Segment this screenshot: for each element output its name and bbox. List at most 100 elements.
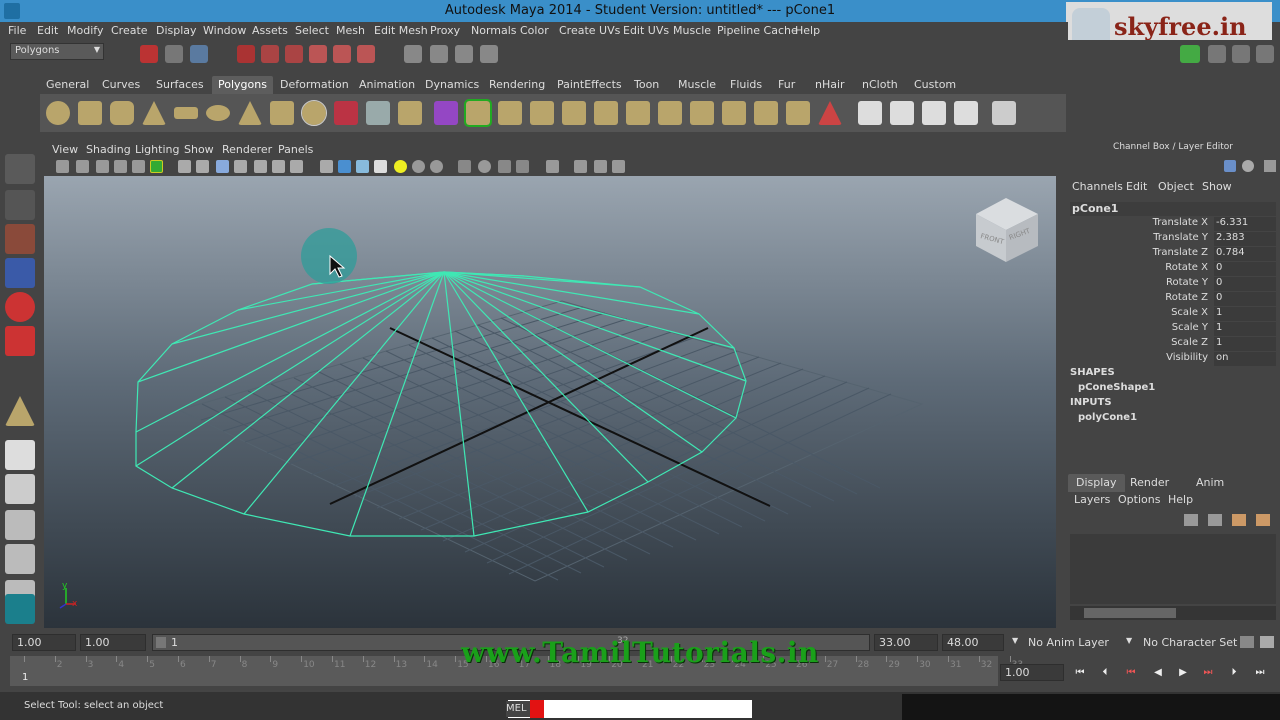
multisample-icon[interactable] <box>498 160 511 173</box>
attribute-editor-icon[interactable] <box>1208 45 1226 63</box>
rotate-tool-icon[interactable] <box>5 292 35 322</box>
step-back-key-icon[interactable]: ⏮ <box>1123 667 1139 681</box>
attr-value[interactable]: 0 <box>1214 292 1276 306</box>
camera-select-icon[interactable] <box>56 160 69 173</box>
menu-mesh[interactable]: Mesh <box>336 24 365 37</box>
menu-assets[interactable]: Assets <box>252 24 288 37</box>
attr-value[interactable]: 1 <box>1214 337 1276 351</box>
layer-editor-toggle-icon[interactable] <box>1224 160 1236 172</box>
poly-sphere-icon[interactable] <box>46 101 70 125</box>
tab-muscle[interactable]: Muscle <box>678 78 716 91</box>
viewcube[interactable]: FRONT RIGHT <box>976 198 1038 262</box>
ipr-render-icon[interactable] <box>455 45 473 63</box>
bridge-icon[interactable] <box>498 101 522 125</box>
selected-object-name[interactable]: pCone1 <box>1070 202 1276 216</box>
single-perspective-layout-icon[interactable] <box>5 440 35 470</box>
tab-deformation[interactable]: Deformation <box>280 78 349 91</box>
camera-attributes-icon[interactable] <box>76 160 89 173</box>
step-forward-frame-icon[interactable]: ⏵ <box>1226 667 1242 681</box>
channel-box-options-icon[interactable] <box>1264 160 1276 172</box>
tab-curves[interactable]: Curves <box>102 78 140 91</box>
attr-value[interactable]: 1 <box>1214 322 1276 336</box>
poly-cylinder-icon[interactable] <box>110 101 134 125</box>
high-quality-icon[interactable] <box>430 160 443 173</box>
menu-file[interactable]: File <box>8 24 26 37</box>
split-polygon-icon[interactable] <box>562 101 586 125</box>
poly-cube-icon[interactable] <box>78 101 102 125</box>
snap-point-icon[interactable] <box>357 45 375 63</box>
shape-node[interactable]: pConeShape1 <box>1078 382 1155 393</box>
mirror-geometry-icon[interactable] <box>754 101 778 125</box>
select-by-component-icon[interactable] <box>285 45 303 63</box>
uv-spherical-icon[interactable] <box>922 101 946 125</box>
uv-planar-icon[interactable] <box>858 101 882 125</box>
go-to-end-icon[interactable]: ⏭ <box>1252 667 1268 681</box>
attr-value[interactable]: -6.331 <box>1214 217 1276 231</box>
save-scene-icon[interactable] <box>190 45 208 63</box>
tab-toon[interactable]: Toon <box>634 78 659 91</box>
command-line[interactable]: MEL <box>506 700 752 718</box>
new-scene-icon[interactable] <box>140 45 158 63</box>
resolution-gate-icon[interactable] <box>216 160 229 173</box>
attr-value[interactable]: 1 <box>1214 307 1276 321</box>
uv-editor-icon[interactable] <box>992 101 1016 125</box>
gate-mask-icon[interactable] <box>234 160 247 173</box>
menu-modify[interactable]: Modify <box>67 24 103 37</box>
scrollbar-thumb[interactable] <box>1084 608 1176 618</box>
attr-row[interactable]: Rotate Y 0 <box>1070 277 1276 292</box>
panel-menu-panels[interactable]: Panels <box>278 143 313 156</box>
render-frame-icon[interactable] <box>430 45 448 63</box>
cb-menu-edit[interactable]: Edit <box>1126 180 1147 193</box>
render-view-icon[interactable] <box>404 45 422 63</box>
new-empty-layer-icon[interactable] <box>1232 514 1246 526</box>
menu-display[interactable]: Display <box>156 24 197 37</box>
play-backwards-icon[interactable]: ◀ <box>1150 667 1166 681</box>
attr-value[interactable]: on <box>1214 352 1276 366</box>
grease-pencil-icon[interactable] <box>150 160 163 173</box>
select-tool-icon[interactable] <box>5 154 35 184</box>
menu-set-dropdown[interactable]: Polygons ▼ <box>10 43 104 60</box>
attr-value[interactable]: 0 <box>1214 277 1276 291</box>
film-gate-icon[interactable] <box>196 160 209 173</box>
new-layer-selected-icon[interactable] <box>1256 514 1270 526</box>
attr-row[interactable]: Visibility on <box>1070 352 1276 367</box>
xray-icon[interactable] <box>574 160 587 173</box>
attr-row[interactable]: Translate X -6.331 <box>1070 217 1276 232</box>
uv-cylindrical-icon[interactable] <box>890 101 914 125</box>
uv-automatic-icon[interactable] <box>954 101 978 125</box>
xray-joints-icon[interactable] <box>594 160 607 173</box>
outliner-layout-icon[interactable] <box>5 510 35 540</box>
append-polygon-icon[interactable] <box>530 101 554 125</box>
use-all-lights-icon[interactable] <box>394 160 407 173</box>
attr-row[interactable]: Scale X 1 <box>1070 307 1276 322</box>
layer-menu-options[interactable]: Options <box>1118 493 1160 506</box>
snap-grid-icon[interactable] <box>309 45 327 63</box>
last-used-tool-icon[interactable] <box>5 396 35 426</box>
render-settings-icon[interactable] <box>480 45 498 63</box>
layer-list[interactable] <box>1070 534 1276 604</box>
screen-space-ao-icon[interactable] <box>458 160 471 173</box>
isolate-select-icon[interactable] <box>546 160 559 173</box>
four-view-layout-icon[interactable] <box>5 474 35 504</box>
attr-row[interactable]: Translate Z 0.784 <box>1070 247 1276 262</box>
step-back-frame-icon[interactable]: ⏴ <box>1097 667 1113 681</box>
tab-animation[interactable]: Animation <box>359 78 415 91</box>
menu-edit-mesh[interactable]: Edit Mesh <box>374 24 428 37</box>
bevel-icon[interactable] <box>626 101 650 125</box>
combine-icon[interactable] <box>334 101 358 125</box>
select-by-hierarchy-icon[interactable] <box>237 45 255 63</box>
tab-anim[interactable]: Anim <box>1188 474 1232 492</box>
grid-toggle-icon[interactable] <box>178 160 191 173</box>
menu-proxy[interactable]: Proxy <box>430 24 460 37</box>
tab-render[interactable]: Render <box>1122 474 1177 492</box>
scale-tool-icon[interactable] <box>5 326 35 356</box>
poly-soccer-ball-icon[interactable] <box>301 100 327 126</box>
cb-menu-object[interactable]: Object <box>1158 180 1194 193</box>
tab-fluids[interactable]: Fluids <box>730 78 762 91</box>
wireframe-on-shaded-icon[interactable] <box>356 160 369 173</box>
offset-edge-loop-icon[interactable] <box>658 101 682 125</box>
go-to-start-icon[interactable]: ⏮ <box>1072 667 1088 681</box>
textured-icon[interactable] <box>374 160 387 173</box>
merge-vertices-icon[interactable] <box>690 101 714 125</box>
move-tool-icon[interactable] <box>5 258 35 288</box>
